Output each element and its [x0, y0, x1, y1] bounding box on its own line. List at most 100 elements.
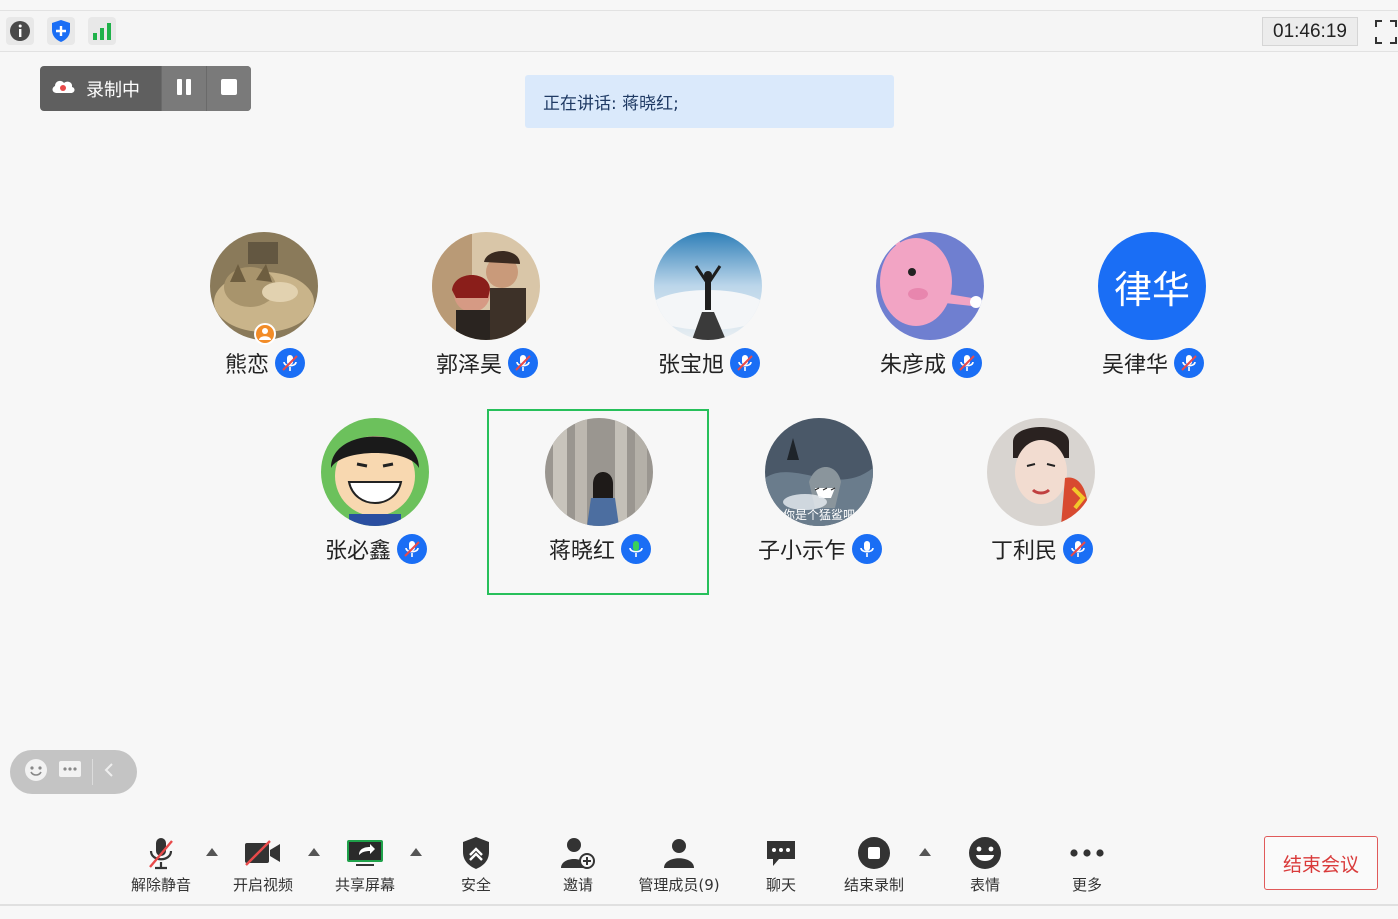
- participant-name-row: 朱彦成: [820, 346, 1042, 380]
- muted-mic-icon: [397, 534, 427, 564]
- members-icon: [658, 834, 700, 872]
- participant-name-row: 张宝旭: [598, 346, 820, 380]
- more-label: 更多: [1071, 876, 1102, 894]
- host-badge-icon: [254, 323, 276, 345]
- invite-button[interactable]: 邀请: [548, 834, 608, 895]
- participant-name: 熊恋: [224, 353, 269, 378]
- chat-label: 聊天: [765, 876, 796, 894]
- participant-tile[interactable]: 张宝旭: [598, 225, 820, 411]
- participant-name: 丁利民: [990, 539, 1057, 564]
- video-options-caret[interactable]: [308, 848, 320, 856]
- chat-button[interactable]: 聊天: [751, 834, 811, 895]
- avatar: [321, 418, 429, 526]
- record-options-caret[interactable]: [919, 848, 931, 856]
- muted-mic-icon: [140, 834, 182, 872]
- participant-name: 蒋晓红: [548, 539, 615, 564]
- participant-tile[interactable]: 律华 吴律华: [1042, 225, 1264, 411]
- avatar-initials: 律华: [1113, 267, 1190, 312]
- participant-name: 吴律华: [1101, 353, 1168, 378]
- avatar: 你是个猛鲨吧: [765, 418, 873, 526]
- fullscreen-icon[interactable]: [1374, 19, 1398, 45]
- participant-tile[interactable]: 张必鑫: [265, 411, 487, 597]
- floating-quick-actions: [10, 750, 137, 794]
- muted-mic-icon: [1174, 348, 1204, 378]
- muted-mic-icon: [508, 348, 538, 378]
- end-recording-label: 结束录制: [843, 876, 904, 894]
- avatar: 律华: [1098, 232, 1206, 340]
- participant-name: 张宝旭: [657, 353, 724, 378]
- signal-bars-icon[interactable]: [88, 17, 116, 45]
- more-button[interactable]: 更多: [1057, 834, 1117, 895]
- speaking-mic-icon: [621, 534, 651, 564]
- muted-mic-icon: [952, 348, 982, 378]
- participant-tile[interactable]: 熊恋: [154, 225, 376, 411]
- divider: [92, 759, 93, 785]
- top-bar: 01:46:19: [0, 10, 1398, 52]
- participant-name: 张必鑫: [324, 539, 391, 564]
- start-video-button[interactable]: 开启视频: [226, 834, 300, 895]
- cloud-icon: [50, 77, 76, 100]
- share-options-caret[interactable]: [410, 848, 422, 856]
- participant-name-row: 丁利民: [931, 532, 1153, 566]
- participant-name: 郭泽昊: [435, 353, 502, 378]
- emoji-icon[interactable]: [24, 758, 48, 786]
- participant-name-row: 吴律华: [1042, 346, 1264, 380]
- muted-mic-icon: [730, 348, 760, 378]
- muted-mic-icon: [275, 348, 305, 378]
- unmute-label: 解除静音: [130, 876, 191, 894]
- security-button[interactable]: 安全: [446, 834, 506, 895]
- share-screen-icon: [344, 834, 386, 872]
- security-shield-icon[interactable]: [47, 17, 75, 45]
- participant-tile[interactable]: 丁利民: [931, 411, 1153, 597]
- add-user-icon: [557, 834, 599, 872]
- participant-tile[interactable]: 郭泽昊: [376, 225, 598, 411]
- avatar: [987, 418, 1095, 526]
- meeting-timer: 01:46:19: [1262, 17, 1358, 46]
- shield-icon: [455, 834, 497, 872]
- chat-icon: [760, 834, 802, 872]
- security-label: 安全: [460, 876, 491, 894]
- chat-bubble-icon[interactable]: [58, 759, 82, 785]
- manage-members-button[interactable]: 管理成员(9): [634, 834, 724, 895]
- participant-tile[interactable]: 朱彦成: [820, 225, 1042, 411]
- end-recording-button[interactable]: 结束录制: [838, 834, 910, 895]
- pause-recording-button[interactable]: [161, 66, 206, 111]
- muted-mic-icon: [1063, 534, 1093, 564]
- participant-name-row: 熊恋: [154, 346, 376, 380]
- collapse-chevron-icon[interactable]: [103, 762, 115, 782]
- reactions-label: 表情: [969, 876, 1000, 894]
- participant-name-row: 张必鑫: [265, 532, 487, 566]
- stop-recording-button[interactable]: [206, 66, 251, 111]
- unmute-button[interactable]: 解除静音: [124, 834, 198, 895]
- manage-members-label: 管理成员(9): [638, 876, 720, 894]
- participant-name: 朱彦成: [879, 353, 946, 378]
- share-screen-label: 共享屏幕: [334, 876, 395, 894]
- participant-name: 子小示乍: [757, 539, 846, 564]
- pause-icon: [175, 78, 193, 100]
- more-dots-icon: [1066, 834, 1108, 872]
- stop-icon: [220, 78, 238, 100]
- participant-name-row: 蒋晓红: [489, 532, 711, 566]
- end-meeting-button[interactable]: 结束会议: [1264, 836, 1378, 890]
- active-speaker-banner: 正在讲话: 蒋晓红;: [525, 75, 894, 128]
- avatar: [545, 418, 653, 526]
- participant-tile-active-speaker[interactable]: 蒋晓红: [487, 409, 709, 595]
- stop-record-icon: [853, 834, 895, 872]
- meeting-toolbar: 解除静音 开启视频 共享屏幕 安全 邀请 管理成员(9) 聊天 结束录制 表情 …: [0, 826, 1398, 906]
- share-screen-button[interactable]: 共享屏幕: [328, 834, 402, 895]
- avatar: [432, 232, 540, 340]
- participant-name-row: 郭泽昊: [376, 346, 598, 380]
- mic-on-icon: [852, 534, 882, 564]
- participant-tile[interactable]: 你是个猛鲨吧 子小示乍: [709, 411, 931, 597]
- avatar: [876, 232, 984, 340]
- reactions-button[interactable]: 表情: [955, 834, 1015, 895]
- audio-options-caret[interactable]: [206, 848, 218, 856]
- start-video-label: 开启视频: [232, 876, 293, 894]
- recording-status: 录制中: [40, 66, 161, 111]
- info-icon[interactable]: [6, 17, 34, 45]
- participant-name-row: 子小示乍: [709, 532, 931, 566]
- recording-status-label: 录制中: [86, 79, 140, 101]
- smiley-icon: [964, 834, 1006, 872]
- avatar: [654, 232, 762, 340]
- invite-label: 邀请: [562, 876, 593, 894]
